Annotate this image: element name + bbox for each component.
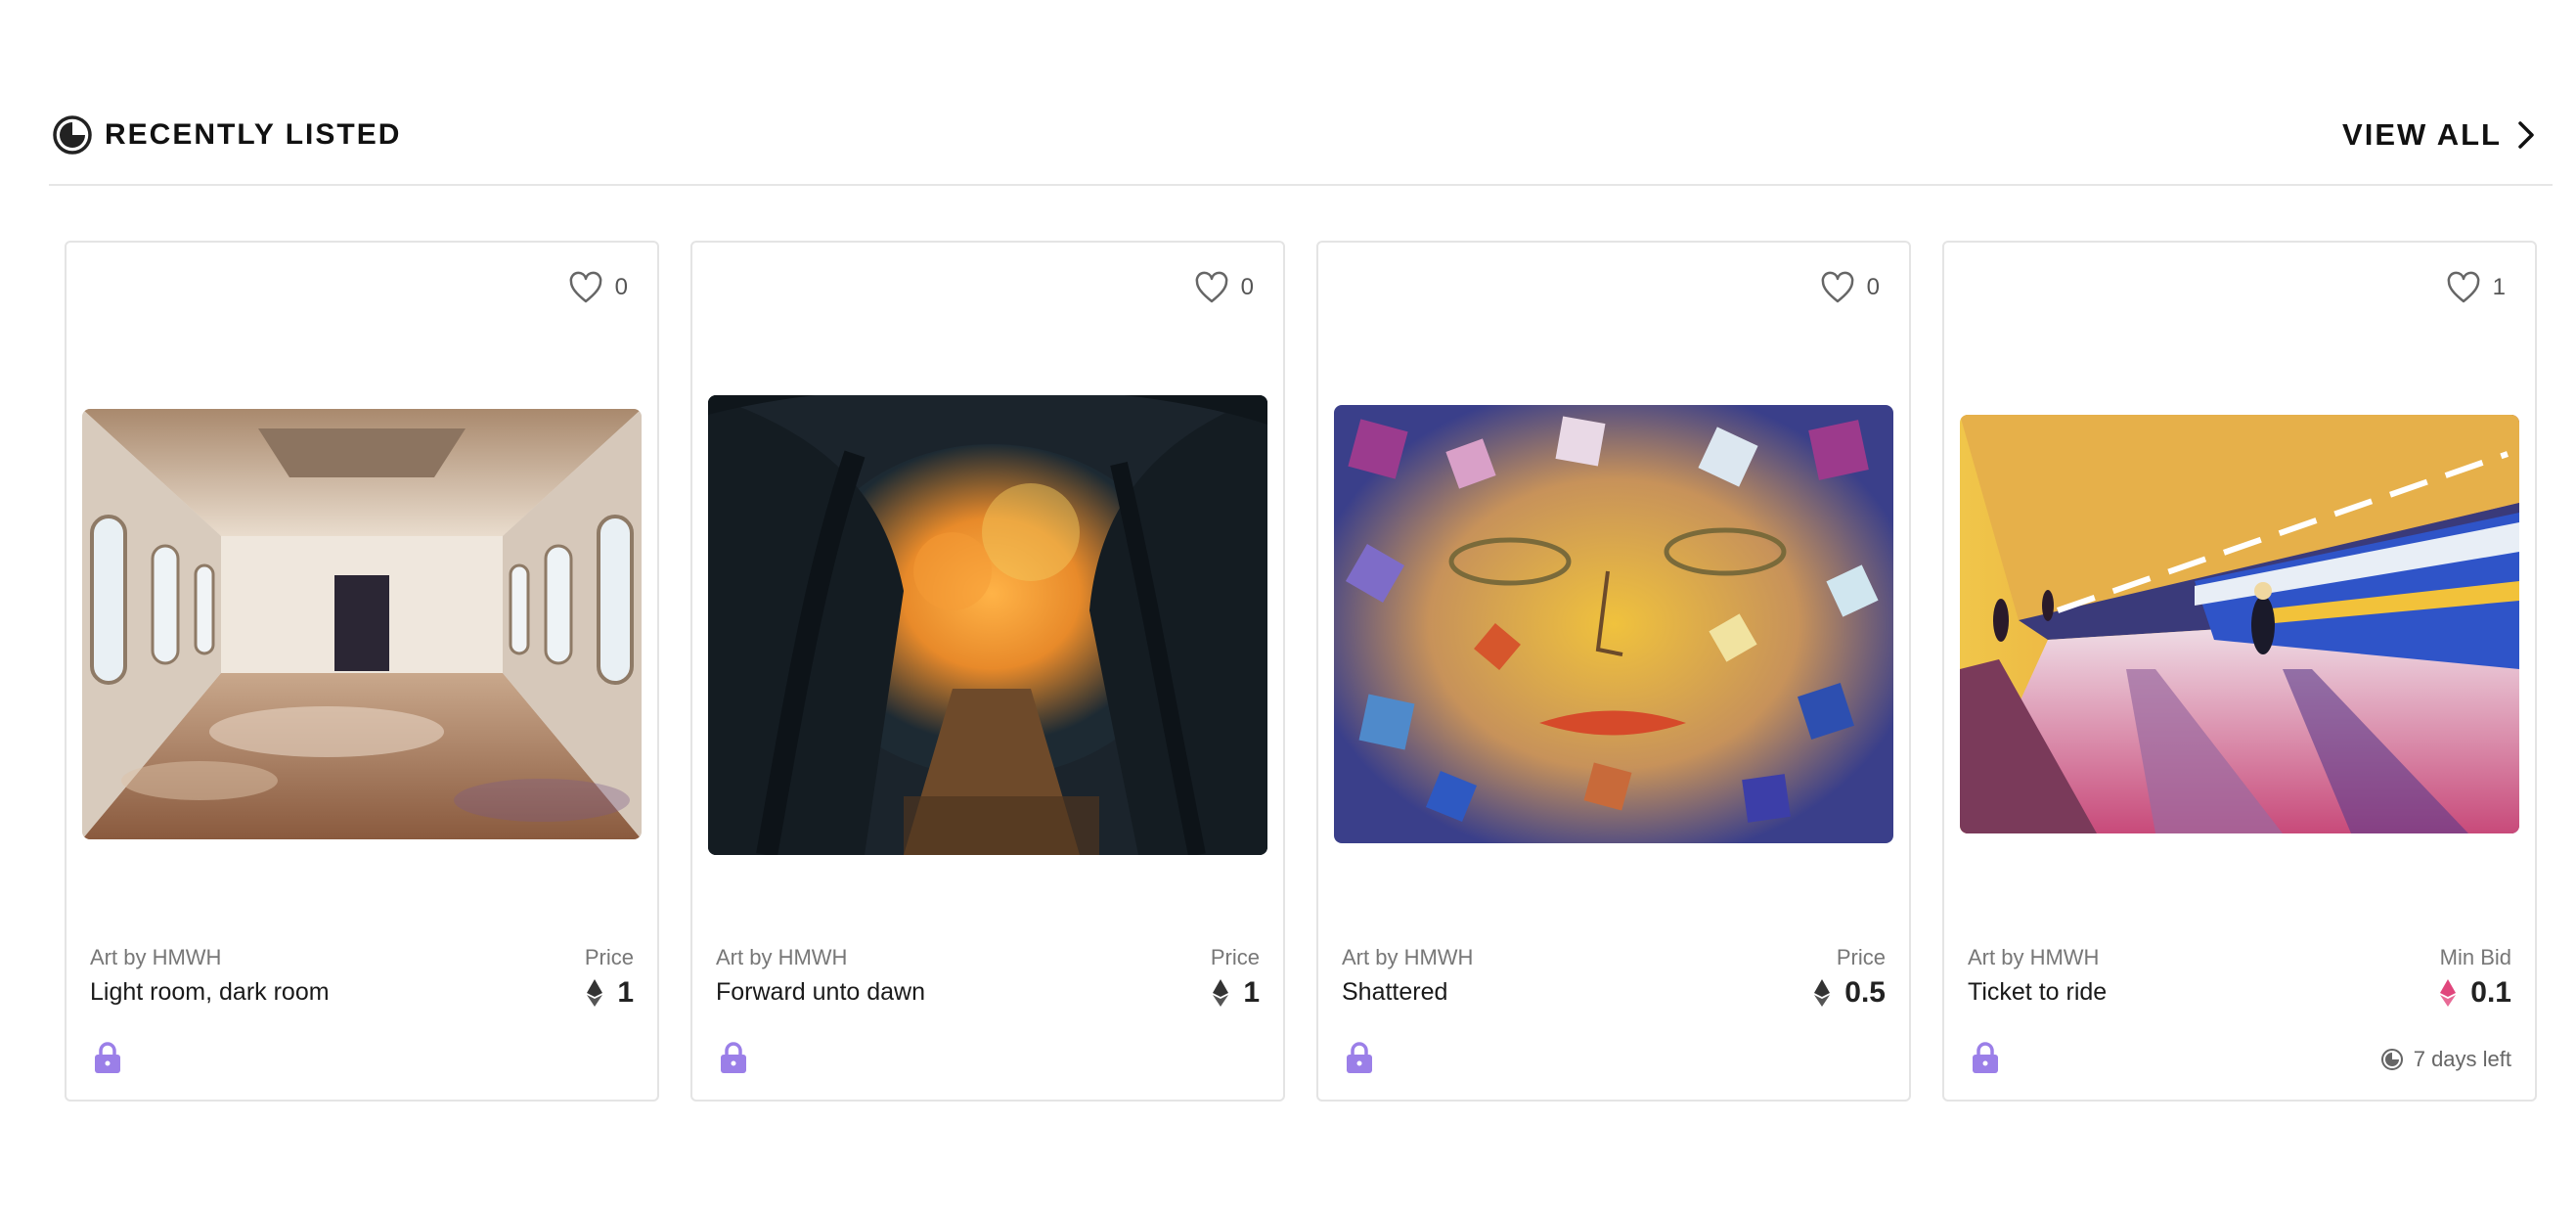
listing-card[interactable]: 1 Art by HMWH Ticket to ride Min Bid 0.1… (1942, 241, 2537, 1102)
listing-cards: 0 Art by HMWH Light room, dark room Pric… (65, 241, 2539, 1102)
clock-icon (2380, 1049, 2403, 1070)
artist-name: Art by HMWH (90, 945, 222, 969)
price-value: 1 (617, 976, 634, 1009)
artwork-title[interactable]: Forward unto dawn (716, 978, 925, 1007)
section-title: RECENTLY LISTED (52, 113, 401, 157)
like-button[interactable]: 0 (1194, 268, 1254, 307)
price-value: 0.1 (2470, 976, 2511, 1009)
like-button[interactable]: 0 (568, 268, 628, 307)
artwork-title[interactable]: Light room, dark room (90, 978, 330, 1007)
artwork-image[interactable] (1334, 405, 1893, 843)
like-count: 1 (2492, 274, 2506, 300)
heart-icon[interactable] (1820, 271, 1855, 304)
heart-icon[interactable] (1194, 271, 1229, 304)
price: 1 (1212, 976, 1260, 1010)
artist-name: Art by HMWH (716, 945, 848, 969)
artwork-title[interactable]: Shattered (1342, 978, 1447, 1007)
section-title-text: RECENTLY LISTED (105, 118, 402, 151)
clock-icon (53, 115, 92, 155)
price-value: 0.5 (1844, 976, 1886, 1009)
like-count: 0 (614, 274, 628, 300)
artist-name: Art by HMWH (1968, 945, 2100, 969)
price-label: Price (584, 945, 634, 969)
chevron-right-icon[interactable] (2517, 120, 2535, 150)
lock-icon (1347, 1042, 1372, 1073)
heart-icon[interactable] (568, 271, 603, 304)
eth-icon (587, 979, 603, 1007)
time-left-text: 7 days left (2413, 1047, 2511, 1071)
like-count: 0 (1240, 274, 1254, 300)
eth-icon (1213, 979, 1229, 1007)
view-all-label[interactable]: VIEW ALL (2342, 117, 2502, 153)
like-count: 0 (1866, 274, 1880, 300)
artist-name: Art by HMWH (1342, 945, 1474, 969)
price-label: Min Bid (2439, 945, 2511, 969)
like-button[interactable]: 1 (2446, 268, 2506, 307)
listing-card[interactable]: 0 (690, 241, 1285, 1102)
artwork-title[interactable]: Ticket to ride (1968, 978, 2107, 1007)
view-all-link[interactable]: VIEW ALL (2342, 115, 2535, 155)
time-left: 7 days left (2380, 1045, 2511, 1074)
price: 0.1 (2439, 976, 2511, 1010)
eth-icon (2440, 979, 2457, 1007)
artwork-image[interactable] (708, 395, 1267, 855)
price-label: Price (1210, 945, 1260, 969)
lock-icon (721, 1042, 746, 1073)
section-header: RECENTLY LISTED VIEW ALL (49, 98, 2553, 186)
lock-icon (95, 1042, 120, 1073)
listing-card[interactable]: 0 (65, 241, 659, 1102)
like-button[interactable]: 0 (1820, 268, 1880, 307)
price: 0.5 (1813, 976, 1886, 1010)
eth-icon (1814, 979, 1831, 1007)
artwork-image[interactable] (1960, 415, 2519, 833)
price: 1 (586, 976, 634, 1010)
heart-icon[interactable] (2446, 271, 2481, 304)
price-label: Price (1836, 945, 1886, 969)
price-value: 1 (1243, 976, 1260, 1009)
lock-icon (1973, 1042, 1998, 1073)
artwork-image[interactable] (82, 409, 642, 839)
listing-card[interactable]: 0 (1316, 241, 1911, 1102)
